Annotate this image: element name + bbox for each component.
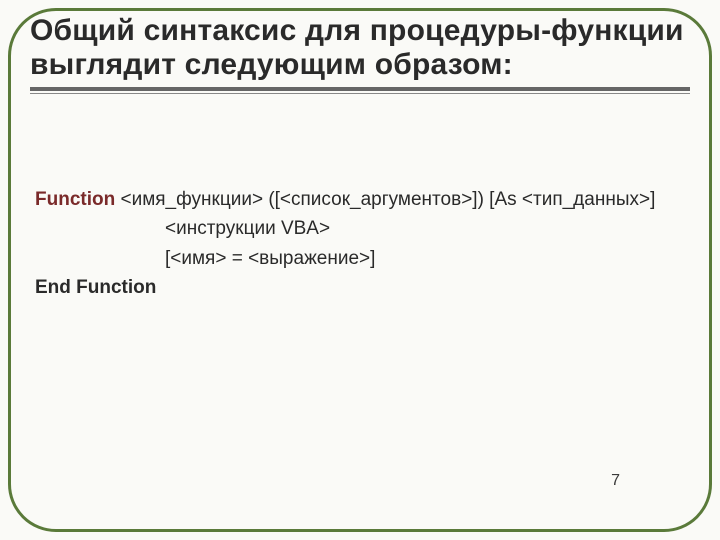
- keyword-function: Function: [35, 189, 115, 210]
- title-block: Общий синтаксис для процедуры-функции вы…: [30, 14, 690, 94]
- syntax-line-1: Function <имя_функции> ([<список_аргумен…: [35, 185, 690, 214]
- syntax-signature: <имя_функции> ([<список_аргументов>]) [A…: [115, 189, 655, 210]
- title-underline: [30, 87, 690, 94]
- syntax-line-2: <инструкции VBA>: [35, 214, 690, 243]
- keyword-end-function: End Function: [35, 277, 156, 298]
- syntax-line-3: [<имя> = <выражение>]: [35, 244, 690, 273]
- page-number: 7: [0, 472, 620, 490]
- slide-title: Общий синтаксис для процедуры-функции вы…: [30, 14, 690, 81]
- syntax-line-4: End Function: [35, 273, 690, 302]
- syntax-content: Function <имя_функции> ([<список_аргумен…: [35, 185, 690, 303]
